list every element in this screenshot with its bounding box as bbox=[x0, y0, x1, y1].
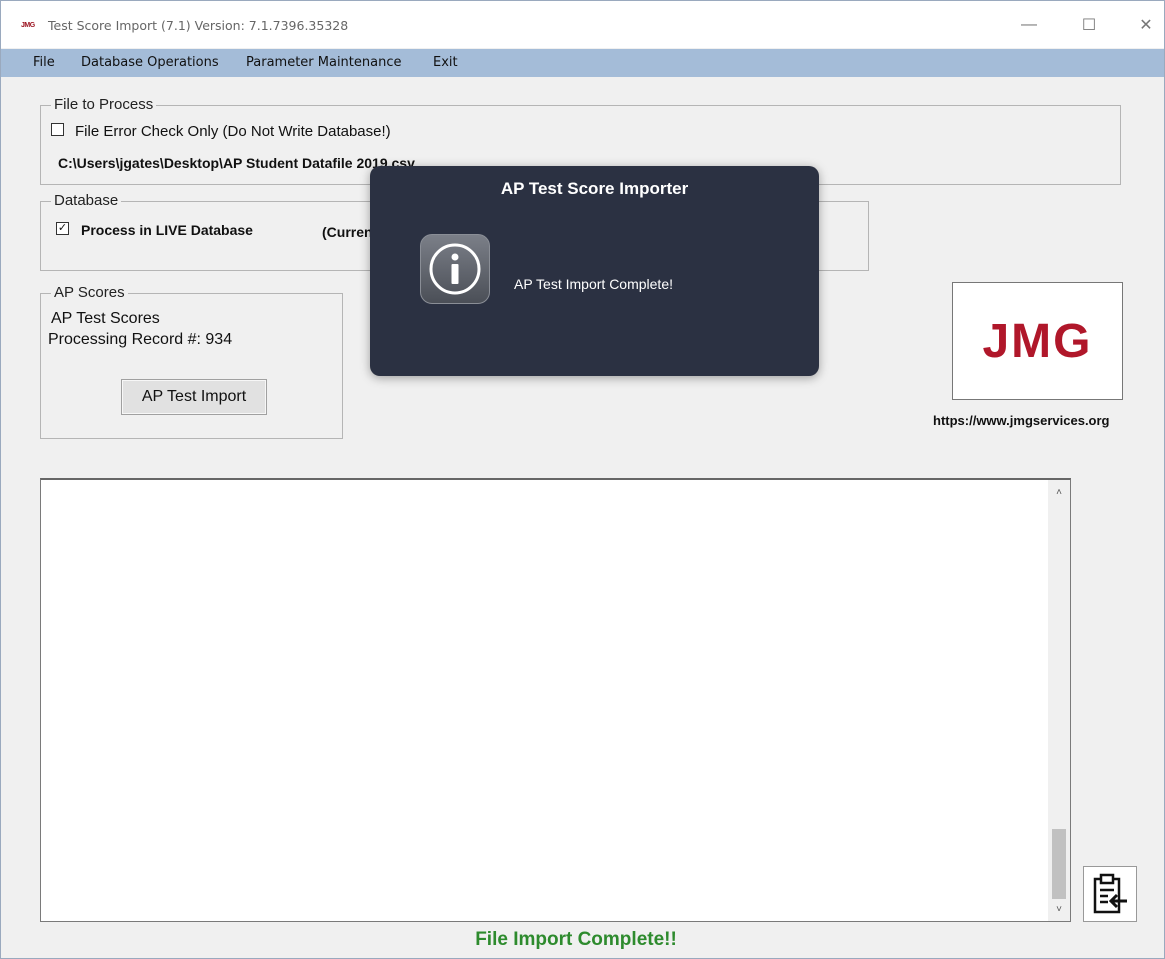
menu-parameter-maintenance[interactable]: Parameter Maintenance bbox=[246, 55, 402, 70]
processing-record-label: Processing Record #: 934 bbox=[48, 331, 233, 348]
file-path: C:\Users\jgates\Desktop\AP Student Dataf… bbox=[58, 155, 415, 171]
file-to-process-legend: File to Process bbox=[51, 96, 157, 113]
live-database-checkbox[interactable]: ✓ bbox=[56, 222, 69, 235]
file-error-check-checkbox[interactable] bbox=[51, 123, 64, 136]
completion-dialog[interactable]: AP Test Score Importer AP Test Import Co… bbox=[370, 166, 819, 376]
info-icon bbox=[420, 234, 490, 304]
ap-test-import-button[interactable]: AP Test Import bbox=[121, 379, 267, 415]
dialog-title: AP Test Score Importer bbox=[500, 179, 689, 198]
minimize-button[interactable]: — bbox=[1009, 11, 1049, 39]
scroll-thumb[interactable] bbox=[1052, 829, 1066, 899]
close-button[interactable]: ✕ bbox=[1126, 11, 1165, 39]
file-error-check-label: File Error Check Only (Do Not Write Data… bbox=[75, 123, 391, 140]
copy-to-clipboard-button[interactable] bbox=[1083, 866, 1137, 922]
jmg-website-link[interactable]: https://www.jmgservices.org bbox=[933, 413, 1110, 428]
live-database-label: Process in LIVE Database bbox=[81, 222, 253, 238]
menu-bar: File Database Operations Parameter Maint… bbox=[1, 49, 1164, 77]
current-database-text: (Current bbox=[322, 224, 378, 240]
menu-file[interactable]: File bbox=[33, 55, 55, 70]
menu-database-operations[interactable]: Database Operations bbox=[81, 55, 219, 70]
clipboard-import-icon bbox=[1093, 873, 1127, 914]
status-message: File Import Complete!! bbox=[475, 929, 677, 950]
dialog-message: AP Test Import Complete! bbox=[514, 276, 673, 292]
jmg-logo: JMG bbox=[952, 282, 1123, 400]
window-title: Test Score Import (7.1) Version: 7.1.739… bbox=[48, 18, 349, 33]
app-logo-icon: JMG bbox=[21, 22, 35, 29]
log-scrollbar[interactable]: ˄ ˅ bbox=[1048, 480, 1070, 921]
ap-test-scores-label: AP Test Scores bbox=[51, 310, 160, 327]
title-bar: JMG Test Score Import (7.1) Version: 7.1… bbox=[1, 1, 1164, 48]
scroll-down-icon[interactable]: ˅ bbox=[1048, 901, 1070, 919]
log-textarea[interactable]: ˄ ˅ bbox=[40, 478, 1071, 922]
menu-exit[interactable]: Exit bbox=[433, 55, 458, 70]
jmg-logo-text: JMG bbox=[982, 314, 1093, 368]
app-window: JMG Test Score Import (7.1) Version: 7.1… bbox=[0, 0, 1165, 959]
scroll-up-icon[interactable]: ˄ bbox=[1048, 484, 1070, 502]
database-legend: Database bbox=[51, 192, 122, 209]
ap-scores-legend: AP Scores bbox=[51, 284, 128, 301]
maximize-button[interactable]: ☐ bbox=[1069, 11, 1109, 39]
